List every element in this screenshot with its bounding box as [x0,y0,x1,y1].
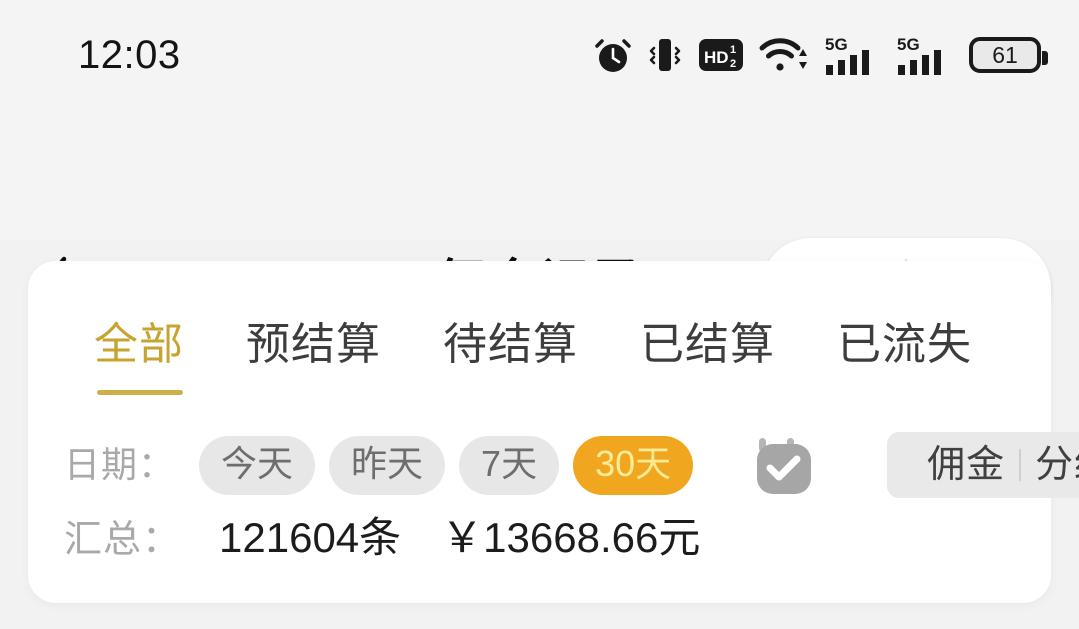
date-filter-row: 日期： 今天 昨天 7天 30天 佣金 分红 [28,431,1079,499]
segment-commission[interactable]: 佣金 [913,446,1019,484]
tab-all[interactable]: 全部 [94,317,184,395]
vibrate-icon [647,35,683,75]
status-icons: HD 1 2 5G 5G 61 [595,34,1048,76]
svg-text:5G: 5G [897,35,920,54]
segment-dividend[interactable]: 分红 [1021,446,1079,484]
hd-volte-icon: HD 1 2 [699,37,743,73]
date-filter-label: 日期： [64,444,176,485]
wifi-icon [759,35,809,75]
svg-text:1: 1 [730,44,736,56]
signal-5g-icon: 5G [825,34,881,76]
battery-level-text: 61 [992,41,1018,68]
tab-settled[interactable]: 已结算 [640,317,775,373]
date-chip-today[interactable]: 今天 [199,435,316,495]
svg-text:2: 2 [730,58,736,70]
date-chip-30days[interactable]: 30天 [573,435,694,495]
tab-pre-settlement[interactable]: 预结算 [246,317,381,373]
svg-text:5G: 5G [825,35,848,54]
type-segmented-control: 佣金 分红 [887,432,1079,498]
alarm-icon [595,36,631,74]
summary-label: 汇总： [64,519,182,561]
svg-text:HD: HD [704,48,729,67]
status-clock: 12:03 [78,33,181,77]
battery-icon: 61 [969,37,1048,73]
phone-screen: 12:03 HD 1 2 5G 5G 61 全部 预结算 待结算 已结算 已流失… [0,0,1079,629]
date-chip-7days[interactable]: 7天 [459,435,560,495]
calendar-check-icon[interactable] [753,434,815,496]
summary-row: 汇总： 121604条 ￥13668.66元 [28,514,1051,561]
status-bar: 12:03 HD 1 2 5G 5G 61 [0,0,1079,110]
summary-count: 121604条 [219,514,402,561]
tab-pending-settlement[interactable]: 待结算 [443,317,578,373]
filter-card: 全部 预结算 待结算 已结算 已流失 日期： 今天 昨天 7天 30天 佣金 分… [28,261,1079,603]
summary-amount: ￥13668.66元 [441,514,701,561]
nav-header: 佣金记录 [0,110,1079,338]
date-chip-yesterday[interactable]: 昨天 [329,435,446,495]
tab-lost[interactable]: 已流失 [837,317,972,373]
status-tabs: 全部 预结算 待结算 已结算 已流失 [28,317,1051,395]
signal-5g-icon: 5G [897,34,953,76]
